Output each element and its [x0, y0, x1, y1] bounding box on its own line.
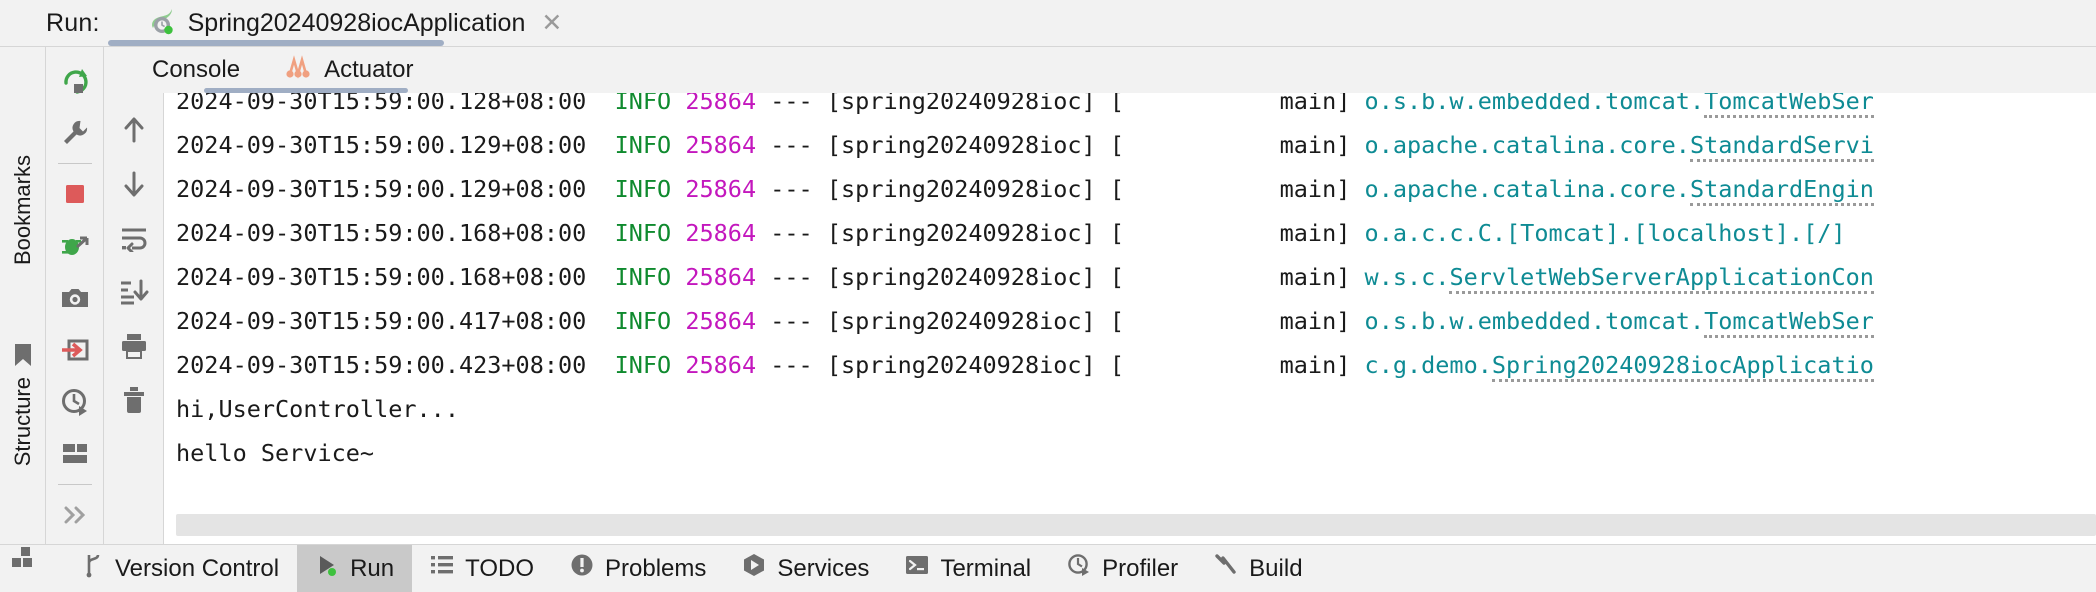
run-toolbar [46, 47, 104, 544]
scroll-up-button[interactable] [110, 103, 158, 157]
bookmark-icon[interactable] [12, 342, 34, 373]
branch-icon [82, 552, 104, 585]
layout-button[interactable] [51, 428, 99, 480]
toolbar-separator [57, 163, 92, 164]
tool-window-label: Version Control [115, 554, 280, 582]
tool-window-label: Run [350, 554, 395, 582]
console-log-line: hello Service~ [176, 439, 375, 467]
profiler-icon [1067, 553, 1091, 584]
tab-console[interactable]: Console [130, 47, 262, 93]
more-button[interactable] [51, 489, 99, 541]
tool-window-problems[interactable]: Problems [552, 545, 724, 592]
scroll-down-button[interactable] [110, 157, 158, 211]
console-log-line: 2024-09-30T15:59:00.417+08:00 INFO 25864… [176, 299, 2096, 343]
toolbar-separator-2 [57, 484, 92, 485]
rerun-button[interactable] [51, 55, 99, 107]
services-icon [742, 553, 766, 584]
structure-stripe-label[interactable]: Structure [10, 377, 36, 466]
run-play-icon [315, 553, 339, 584]
scroll-to-end-button[interactable] [110, 265, 158, 319]
console-tab-label: Console [152, 56, 241, 83]
console-panel: Console Actuator 2024-09-30T15:59:00.128… [104, 47, 2096, 544]
soft-wrap-button[interactable] [110, 211, 158, 265]
console-log-line: 2024-09-30T15:59:00.168+08:00 INFO 25864… [176, 219, 1846, 247]
console-log-scroll: 2024-09-30T15:59:00.128+08:00 INFO 25864… [164, 93, 2096, 544]
horizontal-scrollbar[interactable] [176, 514, 2096, 536]
tool-window-bar: Version Control Run TODO Problems Servic… [0, 544, 2096, 592]
tool-window-run[interactable]: Run [297, 545, 413, 592]
run-tab-header: Run: Spring20240928iocApplication ✕ [0, 0, 2096, 46]
tool-window-version-control[interactable]: Version Control [64, 545, 297, 592]
console-tab-bar: Console Actuator [104, 47, 2096, 93]
close-icon[interactable]: ✕ [541, 10, 562, 36]
terminal-icon [905, 553, 929, 584]
tool-window-services[interactable]: Services [724, 545, 887, 592]
tool-window-build[interactable]: Build [1196, 545, 1320, 592]
left-tool-strip: Bookmarks Structure [0, 47, 46, 567]
tool-window-label: Problems [605, 554, 707, 582]
console-log-line: 2024-09-30T15:59:00.423+08:00 INFO 25864… [176, 343, 2096, 387]
attach-debugger-button[interactable] [51, 220, 99, 272]
console-output[interactable]: 2024-09-30T15:59:00.128+08:00 INFO 25864… [164, 93, 2096, 544]
run-body: Bookmarks Structure Console Actuator 202… [0, 46, 2096, 567]
tool-window-profiler[interactable]: Profiler [1049, 545, 1196, 592]
screenshot-button[interactable] [51, 272, 99, 324]
tool-window-label: Services [777, 554, 870, 582]
tool-window-label: Terminal [940, 554, 1032, 582]
console-log-lines: 2024-09-30T15:59:00.128+08:00 INFO 25864… [176, 93, 2096, 475]
stop-button[interactable] [51, 168, 99, 220]
tab-actuator[interactable]: Actuator [262, 47, 435, 93]
spring-boot-icon [146, 6, 176, 41]
build-hammer-icon [1214, 553, 1238, 584]
console-main: 2024-09-30T15:59:00.128+08:00 INFO 25864… [104, 93, 2096, 544]
print-button[interactable] [110, 319, 158, 373]
console-log-line: 2024-09-30T15:59:00.129+08:00 INFO 25864… [176, 123, 2096, 167]
intellij-run-tool-window: Run: Spring20240928iocApplication ✕ Book… [0, 0, 2096, 592]
tool-window-label: TODO [465, 554, 535, 582]
settings-button[interactable] [51, 107, 99, 159]
clear-all-button[interactable] [110, 373, 158, 427]
tool-window-label: Profiler [1102, 554, 1179, 582]
run-tab-title: Spring20240928iocApplication [187, 8, 526, 37]
todo-list-icon [430, 554, 454, 583]
console-log-line: 2024-09-30T15:59:00.128+08:00 INFO 25864… [176, 93, 2096, 123]
dump-threads-button[interactable] [51, 324, 99, 376]
actuator-tab-label: Actuator [324, 56, 414, 83]
structure-icon[interactable] [11, 545, 35, 574]
tool-window-terminal[interactable]: Terminal [887, 545, 1049, 592]
actuator-icon [284, 54, 312, 87]
tool-window-todo[interactable]: TODO [412, 545, 552, 592]
tool-window-label: Build [1249, 554, 1303, 582]
console-log-line: 2024-09-30T15:59:00.129+08:00 INFO 25864… [176, 167, 2096, 211]
run-label: Run: [46, 8, 100, 37]
run-tab-active-underline [108, 40, 444, 46]
problems-icon [570, 553, 594, 584]
console-log-line: hi,UserController... [176, 395, 459, 423]
console-log-line: 2024-09-30T15:59:00.168+08:00 INFO 25864… [176, 255, 2096, 299]
console-gutter-toolbar [104, 93, 164, 544]
profiler-button[interactable] [51, 376, 99, 428]
bookmarks-stripe-label[interactable]: Bookmarks [10, 155, 36, 265]
